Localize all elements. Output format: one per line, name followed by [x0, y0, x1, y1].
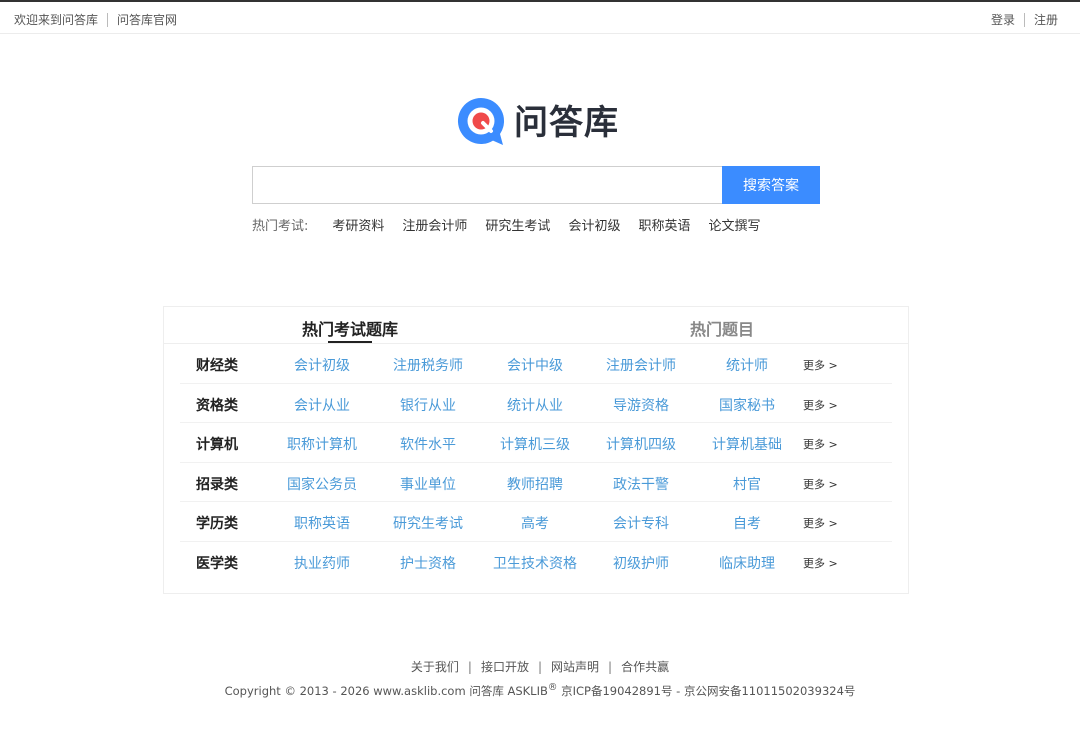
exam-link[interactable]: 卫生技术资格 [485, 553, 585, 573]
hot-exam-link[interactable]: 论文撰写 [708, 215, 760, 234]
more-link[interactable]: 更多 > [803, 397, 838, 413]
login-link[interactable]: 登录 [991, 11, 1015, 28]
copyright: Copyright © 2013 - 2026 www.asklib.com 问… [0, 682, 1080, 699]
exam-link[interactable]: 会计初级 [272, 355, 372, 375]
site-logo[interactable]: 问答库 [456, 96, 619, 150]
category-row: 学历类 职称英语 研究生考试 高考 会计专科 自考 更多 > [180, 502, 892, 542]
exam-link[interactable]: 会计专科 [591, 513, 691, 533]
copyright-suffix: 京ICP备19042891号 - 京公网安备11011502039324号 [557, 683, 856, 698]
exam-link[interactable]: 临床助理 [697, 553, 797, 573]
exam-link[interactable]: 国家秘书 [697, 395, 797, 415]
more-link[interactable]: 更多 > [803, 555, 838, 571]
exam-link[interactable]: 计算机三级 [485, 434, 585, 454]
more-link[interactable]: 更多 > [803, 436, 838, 452]
search-bar: 搜索答案 [252, 166, 820, 204]
exam-link[interactable]: 护士资格 [378, 553, 478, 573]
register-link[interactable]: 注册 [1034, 11, 1058, 28]
footer-link-cooperation[interactable]: 合作共赢 [621, 660, 669, 674]
footer-separator: | [467, 660, 472, 674]
exam-link[interactable]: 职称计算机 [272, 434, 372, 454]
hot-exam-link[interactable]: 研究生考试 [485, 215, 550, 234]
category-row: 资格类 会计从业 银行从业 统计从业 导游资格 国家秘书 更多 > [180, 384, 892, 423]
category-label: 招录类 [196, 476, 238, 493]
category-label: 学历类 [196, 516, 238, 532]
hot-exam-link[interactable]: 考研资料 [332, 215, 384, 234]
exam-panel: 热门考试题库 热门题目 财经类 会计初级 注册税务师 会计中级 注册会计师 统计… [163, 306, 909, 594]
category-label: 财经类 [196, 358, 238, 374]
search-input[interactable] [252, 166, 722, 204]
footer-link-statement[interactable]: 网站声明 [551, 660, 599, 674]
more-link[interactable]: 更多 > [803, 357, 838, 373]
exam-link[interactable]: 计算机四级 [591, 434, 691, 454]
top-bar-left: 欢迎来到问答库 问答库官网 [14, 11, 177, 28]
exam-link[interactable]: 统计师 [697, 355, 797, 375]
category-label: 计算机 [196, 437, 238, 453]
category-row: 招录类 国家公务员 事业单位 教师招聘 政法干警 村官 更多 > [180, 463, 892, 502]
tab-hot-exam-bank[interactable]: 热门考试题库 [302, 316, 398, 340]
exam-link[interactable]: 银行从业 [378, 395, 478, 415]
exam-link[interactable]: 执业药师 [272, 553, 372, 573]
more-link[interactable]: 更多 > [803, 476, 838, 492]
exam-link[interactable]: 导游资格 [591, 395, 691, 415]
exam-link[interactable]: 高考 [485, 513, 585, 533]
exam-link[interactable]: 软件水平 [378, 434, 478, 454]
top-bar: 欢迎来到问答库 问答库官网 登录 注册 [0, 0, 1080, 34]
category-label: 资格类 [196, 397, 238, 414]
exam-link[interactable]: 计算机基础 [697, 434, 797, 454]
exam-link[interactable]: 职称英语 [272, 513, 372, 533]
exam-link[interactable]: 事业单位 [378, 474, 478, 494]
category-row: 医学类 执业药师 护士资格 卫生技术资格 初级护师 临床助理 更多 > [180, 542, 892, 582]
exam-link[interactable]: 注册税务师 [378, 355, 478, 375]
hot-exam-link[interactable]: 职称英语 [638, 215, 690, 234]
exam-link[interactable]: 研究生考试 [378, 513, 478, 533]
search-button[interactable]: 搜索答案 [722, 166, 820, 204]
hot-exam-link[interactable]: 注册会计师 [402, 215, 467, 234]
logo-text: 问答库 [514, 103, 619, 143]
hot-exam-link[interactable]: 会计初级 [568, 215, 620, 234]
hot-exams-label: 热门考试: [252, 219, 309, 234]
category-row: 计算机 职称计算机 软件水平 计算机三级 计算机四级 计算机基础 更多 > [180, 423, 892, 463]
category-row: 财经类 会计初级 注册税务师 会计中级 注册会计师 统计师 更多 > [180, 344, 892, 384]
tab-hot-questions[interactable]: 热门题目 [690, 316, 754, 340]
exam-link[interactable]: 会计中级 [485, 355, 585, 375]
top-bar-right: 登录 注册 [991, 11, 1058, 28]
copyright-prefix: Copyright © 2013 - 2026 www.asklib.com 问… [224, 683, 548, 698]
exam-link[interactable]: 注册会计师 [591, 355, 691, 375]
exam-link[interactable]: 国家公务员 [272, 474, 372, 494]
welcome-text: 欢迎来到问答库 [14, 13, 99, 27]
q-chat-bubble-icon [456, 96, 506, 150]
top-bar-divider [107, 12, 109, 27]
footer-links: 关于我们 | 接口开放 | 网站声明 | 合作共赢 [0, 658, 1080, 675]
exam-link[interactable]: 教师招聘 [485, 474, 585, 494]
footer-separator: | [537, 660, 543, 674]
top-bar-divider [1023, 12, 1025, 27]
exam-link[interactable]: 自考 [697, 513, 797, 533]
exam-link[interactable]: 会计从业 [272, 395, 372, 415]
exam-link[interactable]: 政法干警 [591, 474, 691, 494]
hot-exams: 热门考试: 考研资料 注册会计师 研究生考试 会计初级 职称英语 论文撰写 [252, 215, 778, 234]
footer-link-about[interactable]: 关于我们 [411, 660, 459, 674]
footer-separator: | [608, 660, 613, 674]
footer-link-api[interactable]: 接口开放 [481, 660, 529, 674]
active-tab-indicator [328, 341, 372, 343]
exam-link[interactable]: 初级护师 [591, 553, 691, 573]
official-site-link[interactable]: 问答库官网 [117, 11, 177, 28]
exam-link[interactable]: 村官 [697, 474, 797, 494]
exam-link[interactable]: 统计从业 [485, 395, 585, 415]
panel-tabs: 热门考试题库 热门题目 [164, 307, 908, 344]
category-label: 医学类 [196, 555, 238, 572]
more-link[interactable]: 更多 > [803, 515, 838, 531]
